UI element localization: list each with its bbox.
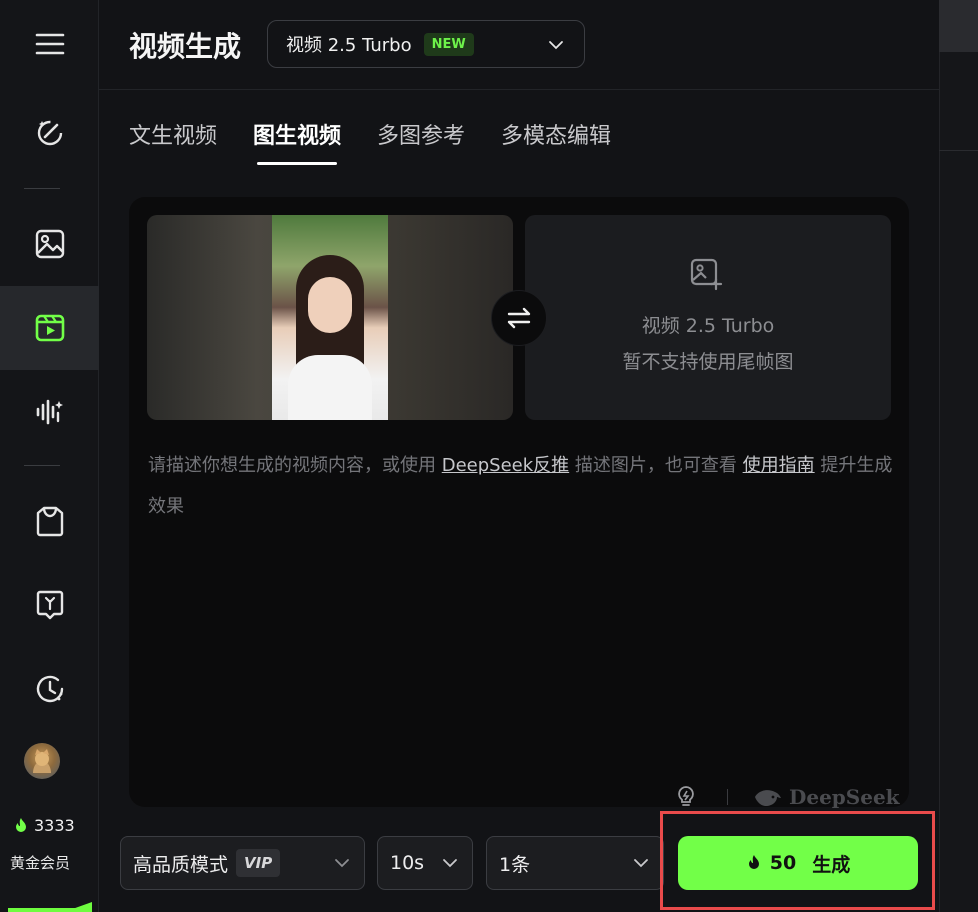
divider bbox=[939, 150, 978, 151]
deepseek-reverse-link[interactable]: DeepSeek反推 bbox=[442, 455, 569, 476]
chevron-down-icon bbox=[335, 859, 349, 868]
uploaded-photo bbox=[272, 215, 388, 420]
vip-badge: VIP bbox=[236, 849, 281, 877]
credits-value: 3333 bbox=[34, 816, 75, 835]
model-select[interactable]: 视频 2.5 Turbo NEW bbox=[267, 20, 585, 68]
end-frame-model: 视频 2.5 Turbo bbox=[641, 315, 775, 337]
prompt-placeholder: 请描述你想生成的视频内容，或使用 bbox=[148, 455, 442, 476]
shirt-icon[interactable] bbox=[0, 491, 99, 551]
deepseek-label: DeepSeek bbox=[789, 785, 900, 809]
member-label[interactable]: 黄金会员 bbox=[10, 852, 70, 873]
prompt-input[interactable]: 请描述你想生成的视频内容，或使用 DeepSeek反推 描述图片，也可查看 使用… bbox=[148, 445, 893, 527]
tab-multimodal-edit[interactable]: 多模态编辑 bbox=[501, 118, 611, 168]
divider bbox=[727, 789, 728, 805]
mode-tabs: 文生视频 图生视频 多图参考 多模态编辑 bbox=[129, 118, 611, 168]
image-icon[interactable] bbox=[0, 214, 99, 274]
duration-select[interactable]: 10s bbox=[377, 836, 473, 890]
editor-panel: 视频 2.5 Turbo 暂不支持使用尾帧图 请描述你想生成的视频内容，或使用 … bbox=[129, 197, 909, 809]
first-frame-image[interactable] bbox=[147, 215, 513, 420]
prompt-placeholder: 描述图片，也可查看 bbox=[569, 455, 743, 476]
video-icon[interactable] bbox=[0, 298, 99, 358]
adjacent-panel-header bbox=[939, 0, 978, 52]
chevron-down-icon bbox=[549, 41, 563, 50]
deepseek-logo[interactable]: DeepSeek bbox=[753, 785, 900, 809]
header: 视频生成 视频 2.5 Turbo NEW bbox=[99, 0, 939, 90]
quality-mode-select[interactable]: 高品质模式 VIP bbox=[120, 836, 365, 890]
avatar[interactable] bbox=[24, 743, 60, 779]
generate-label: 生成 bbox=[812, 853, 851, 876]
credits-display[interactable]: 3333 bbox=[12, 816, 75, 835]
menu-icon[interactable] bbox=[0, 14, 99, 74]
quality-mode-label: 高品质模式 bbox=[133, 853, 229, 876]
model-name: 视频 2.5 Turbo bbox=[286, 35, 412, 56]
sidebar-divider bbox=[24, 465, 60, 466]
duration-value: 10s bbox=[390, 852, 425, 874]
add-image-icon bbox=[690, 258, 723, 291]
magic-wand-icon[interactable] bbox=[0, 102, 99, 162]
count-value: 1条 bbox=[499, 853, 531, 876]
lightbulb-icon[interactable] bbox=[675, 785, 697, 807]
generate-button[interactable]: 50 生成 bbox=[678, 836, 918, 890]
flame-icon bbox=[16, 817, 26, 832]
generate-cost: 50 bbox=[769, 852, 797, 874]
count-select[interactable]: 1条 bbox=[486, 836, 664, 890]
usage-guide-link[interactable]: 使用指南 bbox=[743, 455, 815, 476]
tab-text-to-video[interactable]: 文生视频 bbox=[129, 118, 217, 168]
tab-image-to-video[interactable]: 图生视频 bbox=[253, 118, 341, 168]
swap-icon bbox=[507, 307, 531, 329]
audio-wave-icon[interactable] bbox=[0, 382, 99, 442]
new-badge: NEW bbox=[423, 32, 474, 56]
chevron-down-icon bbox=[443, 859, 457, 868]
whale-icon bbox=[755, 790, 781, 806]
lightbulb-chat-icon[interactable] bbox=[0, 575, 99, 635]
history-icon[interactable] bbox=[0, 659, 99, 719]
end-frame-slot: 视频 2.5 Turbo 暂不支持使用尾帧图 bbox=[525, 215, 891, 420]
adjacent-panel bbox=[939, 0, 978, 912]
promo-banner-edge[interactable] bbox=[8, 902, 92, 912]
sidebar: 3333 黄金会员 bbox=[0, 0, 99, 912]
sidebar-divider bbox=[24, 188, 60, 189]
tab-multi-image-reference[interactable]: 多图参考 bbox=[377, 118, 465, 168]
swap-frames-button[interactable] bbox=[491, 290, 547, 346]
page-title: 视频生成 bbox=[129, 30, 242, 63]
flame-icon bbox=[748, 855, 759, 869]
chevron-down-icon bbox=[634, 859, 648, 868]
end-frame-note: 暂不支持使用尾帧图 bbox=[622, 351, 794, 373]
main-panel: 视频生成 视频 2.5 Turbo NEW 文生视频 图生视频 多图参考 多模态… bbox=[99, 0, 939, 912]
